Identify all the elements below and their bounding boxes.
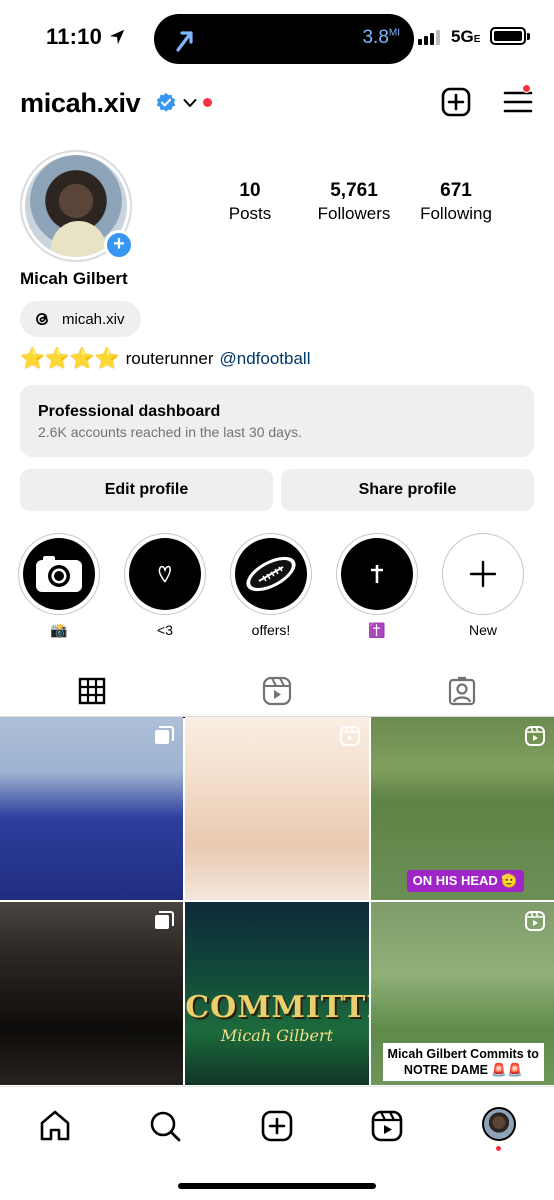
add-story-plus-icon[interactable]: +	[104, 230, 134, 260]
profile-full-name: Micah Gilbert	[20, 269, 128, 288]
tab-tagged[interactable]	[369, 666, 554, 716]
tab-posts-grid[interactable]	[0, 666, 185, 718]
share-profile-button[interactable]: Share profile	[281, 469, 534, 511]
grid-icon	[79, 677, 106, 705]
create-plus-icon[interactable]	[440, 86, 472, 118]
new-highlight-button[interactable]: New	[442, 533, 524, 640]
posts-grid: ON HIS HEAD 🫡 COMMITTED Micah Gilbert Mi…	[0, 717, 554, 1085]
profile-header: micah.xiv	[0, 80, 554, 128]
account-notification-dot	[203, 98, 212, 107]
story-highlights: 📸 <3 offers! ✝️ New	[18, 533, 548, 640]
post-overlay-name: Micah Gilbert	[220, 1026, 334, 1045]
highlight-offers[interactable]: offers!	[230, 533, 312, 640]
highlight-heart[interactable]: <3	[124, 533, 206, 640]
tagged-person-icon	[448, 676, 475, 706]
reels-icon	[262, 676, 292, 706]
profile-action-buttons: Edit profile Share profile	[20, 469, 534, 511]
verified-badge-icon	[156, 92, 176, 112]
search-icon[interactable]	[148, 1109, 182, 1143]
plus-icon	[469, 560, 497, 588]
threads-link-chip[interactable]: micah.xiv	[20, 301, 141, 337]
network-type: 5GE	[451, 27, 481, 46]
bio-mention-link[interactable]: @ndfootball	[220, 349, 311, 369]
highlight-cross[interactable]: ✝️	[336, 533, 418, 640]
profile-content-tabs	[0, 666, 554, 718]
distance-unit: MI	[388, 27, 400, 39]
highlight-label: ✝️	[368, 622, 386, 638]
status-bar: 11:10 3.8MI 5GE	[0, 0, 554, 76]
stat-followers[interactable]: 5,761 Followers	[304, 180, 404, 224]
home-icon[interactable]	[38, 1109, 72, 1143]
post-thumbnail[interactable]: COMMITTED Micah Gilbert	[185, 902, 369, 1085]
username-title[interactable]: micah.xiv	[20, 88, 141, 119]
camera-icon	[36, 556, 82, 592]
highlight-label: <3	[157, 622, 173, 638]
battery-icon	[490, 27, 526, 45]
turn-arrow-icon	[176, 31, 193, 52]
football-icon	[246, 556, 296, 592]
status-clock: 11:10	[46, 24, 126, 50]
location-arrow-icon	[109, 29, 125, 45]
create-post-icon[interactable]	[260, 1109, 294, 1143]
post-thumbnail[interactable]	[185, 717, 369, 900]
menu-notification-dot	[522, 84, 531, 93]
cross-icon	[371, 565, 383, 583]
dashboard-subtitle: 2.6K accounts reached in the last 30 day…	[38, 424, 302, 440]
bio-stars: ⭐⭐⭐⭐	[20, 348, 120, 370]
dashboard-title: Professional dashboard	[38, 403, 221, 420]
reel-icon	[524, 911, 545, 931]
status-time: 11:10	[46, 24, 103, 49]
stat-posts[interactable]: 10 Posts	[200, 180, 300, 224]
reels-nav-icon[interactable]	[370, 1109, 404, 1143]
threads-icon	[36, 313, 48, 326]
highlight-label: 📸	[50, 622, 68, 638]
bio-text: routerunner	[125, 348, 214, 368]
edit-profile-button[interactable]: Edit profile	[20, 469, 273, 511]
highlight-camera[interactable]: 📸	[18, 533, 100, 640]
navigation-distance: 3.8MI	[362, 27, 400, 48]
threads-handle: micah.xiv	[62, 310, 125, 328]
post-thumbnail[interactable]: ON HIS HEAD 🫡	[370, 717, 554, 900]
post-text-tag: ON HIS HEAD 🫡	[406, 870, 524, 892]
profile-nav-avatar[interactable]	[482, 1107, 516, 1141]
cell-signal-icon	[418, 30, 440, 45]
dynamic-island[interactable]: 3.8MI	[154, 14, 414, 64]
chevron-down-icon[interactable]	[183, 97, 197, 109]
highlight-label: offers!	[251, 622, 291, 638]
professional-dashboard-card[interactable]: Professional dashboard 2.6K accounts rea…	[20, 385, 534, 457]
post-caption: Micah Gilbert Commits to NOTRE DAME 🚨🚨	[382, 1042, 544, 1081]
profile-avatar[interactable]: +	[20, 150, 134, 262]
profile-bio: ⭐⭐⭐⭐ routerunner @ndfootball	[20, 346, 311, 371]
home-indicator[interactable]	[178, 1183, 376, 1189]
stat-following[interactable]: 671 Following	[406, 180, 506, 224]
post-thumbnail[interactable]: Micah Gilbert Commits to NOTRE DAME 🚨🚨	[370, 902, 554, 1085]
highlight-label: New	[468, 622, 497, 638]
reel-icon	[524, 726, 545, 746]
profile-notification-dot	[496, 1146, 501, 1151]
carousel-icon	[155, 726, 175, 744]
carousel-icon	[155, 911, 175, 929]
heart-doodle-icon	[158, 565, 171, 583]
tab-reels[interactable]	[185, 666, 370, 716]
post-thumbnail[interactable]	[0, 902, 184, 1085]
reel-icon	[339, 726, 360, 746]
post-thumbnail[interactable]	[0, 717, 184, 900]
post-overlay-word: COMMITTED	[185, 990, 368, 1025]
